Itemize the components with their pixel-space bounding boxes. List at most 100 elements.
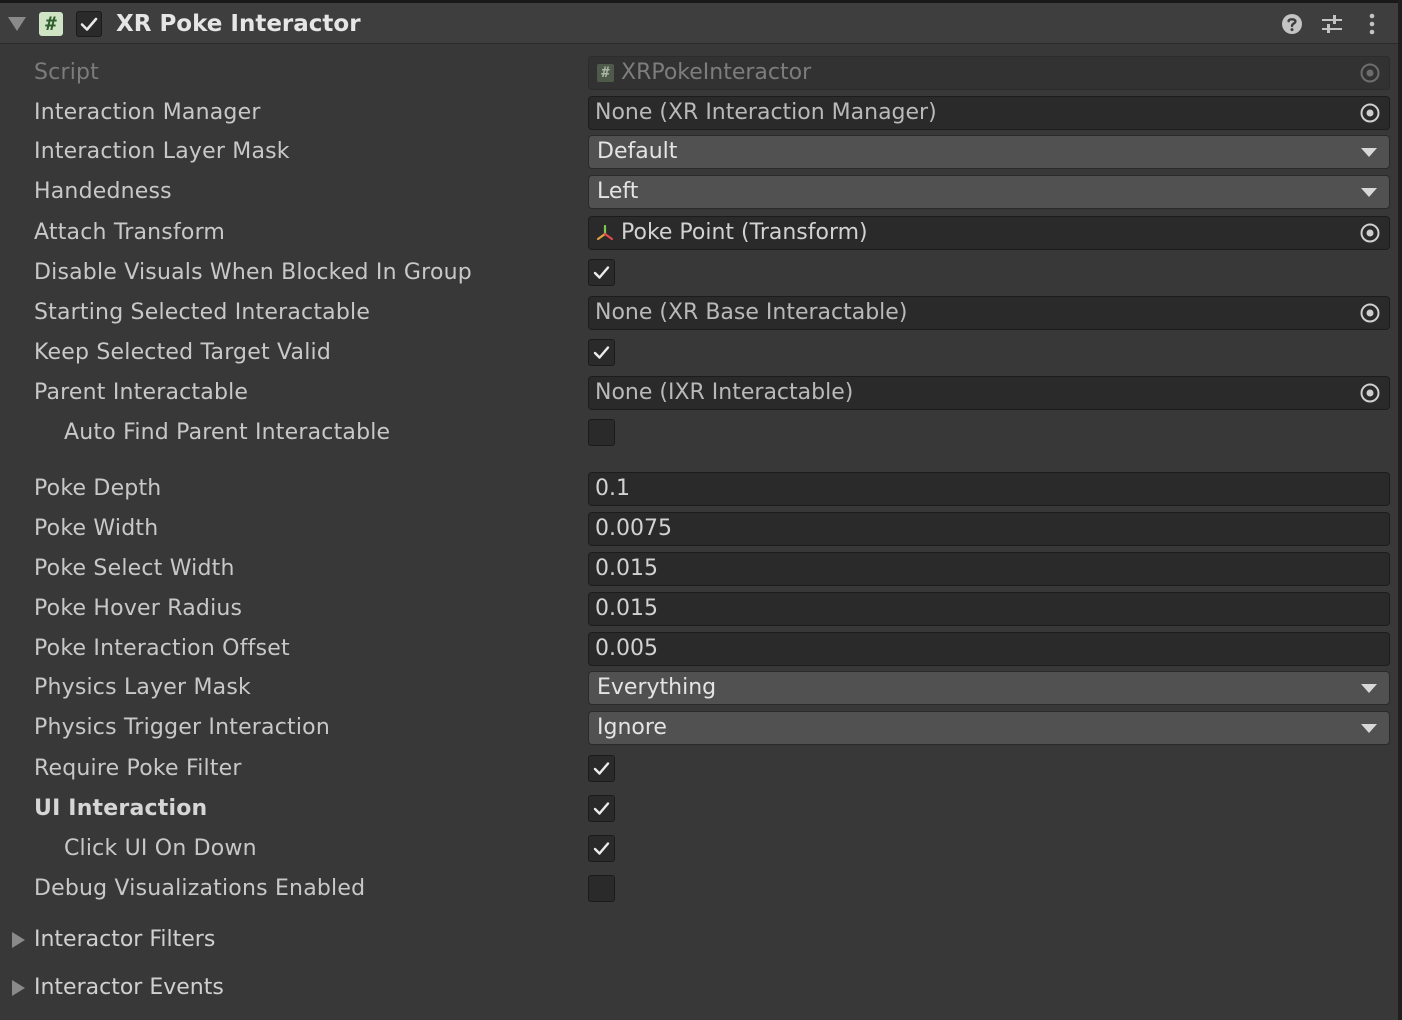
parent-interactable-label: Parent Interactable	[34, 380, 249, 405]
row-handedness: Handedness Left	[0, 172, 1398, 212]
dropdown-arrow-icon	[1361, 684, 1377, 693]
parent-interactable-field[interactable]: None (IXR Interactable)	[588, 376, 1390, 410]
disable-visuals-label: Disable Visuals When Blocked In Group	[34, 260, 472, 285]
dropdown-arrow-icon	[1361, 148, 1377, 157]
checkmark-icon	[593, 346, 610, 359]
help-icon[interactable]	[1279, 11, 1305, 37]
row-script: Script # XRPokeInteractor	[0, 53, 1398, 93]
row-physics-layer-mask: Physics Layer Mask Everything	[0, 668, 1398, 708]
attach-transform-label: Attach Transform	[34, 220, 226, 245]
click-ui-on-down-checkbox[interactable]	[588, 835, 615, 862]
foldout-interactor-filters[interactable]: Interactor Filters	[0, 918, 1398, 962]
script-value: XRPokeInteractor	[621, 60, 812, 85]
row-ui-interaction: UI Interaction	[0, 789, 1398, 829]
poke-depth-label: Poke Depth	[34, 476, 162, 501]
object-picker-icon[interactable]	[1359, 382, 1381, 404]
handedness-dropdown[interactable]: Left	[588, 175, 1390, 209]
handedness-value: Left	[597, 179, 639, 204]
handedness-label: Handedness	[34, 179, 172, 204]
attach-transform-field[interactable]: Poke Point (Transform)	[588, 216, 1390, 250]
disable-visuals-checkbox[interactable]	[588, 259, 615, 286]
row-require-poke-filter: Require Poke Filter	[0, 749, 1398, 789]
object-picker-icon[interactable]	[1359, 222, 1381, 244]
object-picker-icon	[1360, 63, 1380, 83]
auto-find-parent-label: Auto Find Parent Interactable	[64, 420, 391, 445]
foldout-expanded-icon[interactable]	[8, 17, 26, 31]
require-poke-filter-label: Require Poke Filter	[34, 756, 242, 781]
poke-select-width-label: Poke Select Width	[34, 556, 235, 581]
ui-interaction-label: UI Interaction	[34, 796, 208, 821]
poke-select-width-value: 0.015	[595, 556, 658, 581]
dropdown-arrow-icon	[1361, 188, 1377, 197]
object-picker-icon[interactable]	[1359, 102, 1381, 124]
physics-trigger-dropdown[interactable]: Ignore	[588, 711, 1390, 745]
require-poke-filter-checkbox[interactable]	[588, 755, 615, 782]
dropdown-arrow-icon	[1361, 724, 1377, 733]
checkmark-icon	[80, 17, 98, 31]
row-click-ui-on-down: Click UI On Down	[0, 829, 1398, 869]
poke-interaction-offset-value: 0.005	[595, 636, 658, 661]
keep-selected-checkbox[interactable]	[588, 339, 615, 366]
presets-icon[interactable]	[1319, 11, 1345, 37]
script-icon: #	[39, 12, 63, 36]
transform-icon	[596, 224, 614, 241]
auto-find-parent-checkbox[interactable]	[588, 419, 615, 446]
poke-depth-value: 0.1	[595, 476, 630, 501]
attach-transform-value: Poke Point (Transform)	[621, 220, 868, 245]
row-poke-interaction-offset: Poke Interaction Offset 0.005	[0, 629, 1398, 669]
row-starting-selected-interactable: Starting Selected Interactable None (XR …	[0, 293, 1398, 333]
row-auto-find-parent: Auto Find Parent Interactable	[0, 413, 1398, 453]
poke-select-width-input[interactable]: 0.015	[588, 552, 1390, 586]
row-parent-interactable: Parent Interactable None (IXR Interactab…	[0, 373, 1398, 413]
interaction-manager-label: Interaction Manager	[34, 100, 261, 125]
row-keep-selected-target-valid: Keep Selected Target Valid	[0, 333, 1398, 373]
foldout-collapsed-icon[interactable]	[12, 932, 25, 948]
debug-visualizations-checkbox[interactable]	[588, 875, 615, 902]
starting-selected-value: None (XR Base Interactable)	[595, 300, 908, 325]
checkmark-icon	[593, 266, 610, 279]
component-header[interactable]: # XR Poke Interactor	[0, 3, 1398, 44]
physics-trigger-value: Ignore	[597, 715, 667, 740]
checkmark-icon	[593, 762, 610, 775]
poke-width-label: Poke Width	[34, 516, 159, 541]
script-field: # XRPokeInteractor	[588, 56, 1390, 90]
ui-interaction-checkbox[interactable]	[588, 795, 615, 822]
row-physics-trigger-interaction: Physics Trigger Interaction Ignore	[0, 708, 1398, 748]
interactor-filters-label: Interactor Filters	[34, 927, 216, 952]
component-enable-checkbox[interactable]	[76, 11, 102, 37]
poke-hover-radius-input[interactable]: 0.015	[588, 592, 1390, 626]
poke-interaction-offset-input[interactable]: 0.005	[588, 632, 1390, 666]
starting-selected-field[interactable]: None (XR Base Interactable)	[588, 296, 1390, 330]
object-picker-icon[interactable]	[1359, 302, 1381, 324]
checkmark-icon	[593, 842, 610, 855]
interaction-manager-field[interactable]: None (XR Interaction Manager)	[588, 96, 1390, 130]
foldout-interactor-events[interactable]: Interactor Events	[0, 966, 1398, 1010]
starting-selected-label: Starting Selected Interactable	[34, 300, 371, 325]
interaction-layer-mask-value: Default	[597, 139, 678, 164]
interaction-layer-mask-label: Interaction Layer Mask	[34, 139, 290, 164]
poke-width-value: 0.0075	[595, 516, 672, 541]
interactor-events-label: Interactor Events	[34, 975, 224, 1000]
kebab-menu-icon[interactable]	[1359, 11, 1385, 37]
keep-selected-label: Keep Selected Target Valid	[34, 340, 331, 365]
row-disable-visuals: Disable Visuals When Blocked In Group	[0, 253, 1398, 293]
foldout-collapsed-icon[interactable]	[12, 980, 25, 996]
row-poke-hover-radius: Poke Hover Radius 0.015	[0, 589, 1398, 629]
row-attach-transform: Attach Transform Poke Point (Transform)	[0, 213, 1398, 253]
row-poke-select-width: Poke Select Width 0.015	[0, 549, 1398, 589]
row-debug-visualizations: Debug Visualizations Enabled	[0, 869, 1398, 909]
poke-depth-input[interactable]: 0.1	[588, 472, 1390, 506]
interaction-layer-mask-dropdown[interactable]: Default	[588, 135, 1390, 169]
physics-layer-mask-dropdown[interactable]: Everything	[588, 671, 1390, 705]
row-poke-width: Poke Width 0.0075	[0, 509, 1398, 549]
poke-interaction-offset-label: Poke Interaction Offset	[34, 636, 290, 661]
script-file-icon: #	[597, 64, 614, 82]
scrollbar-edge	[1398, 0, 1402, 1020]
debug-visualizations-label: Debug Visualizations Enabled	[34, 876, 366, 901]
parent-interactable-value: None (IXR Interactable)	[595, 380, 854, 405]
physics-layer-mask-label: Physics Layer Mask	[34, 675, 251, 700]
row-poke-depth: Poke Depth 0.1	[0, 469, 1398, 509]
row-interaction-manager: Interaction Manager None (XR Interaction…	[0, 93, 1398, 133]
poke-hover-radius-value: 0.015	[595, 596, 658, 621]
poke-width-input[interactable]: 0.0075	[588, 512, 1390, 546]
